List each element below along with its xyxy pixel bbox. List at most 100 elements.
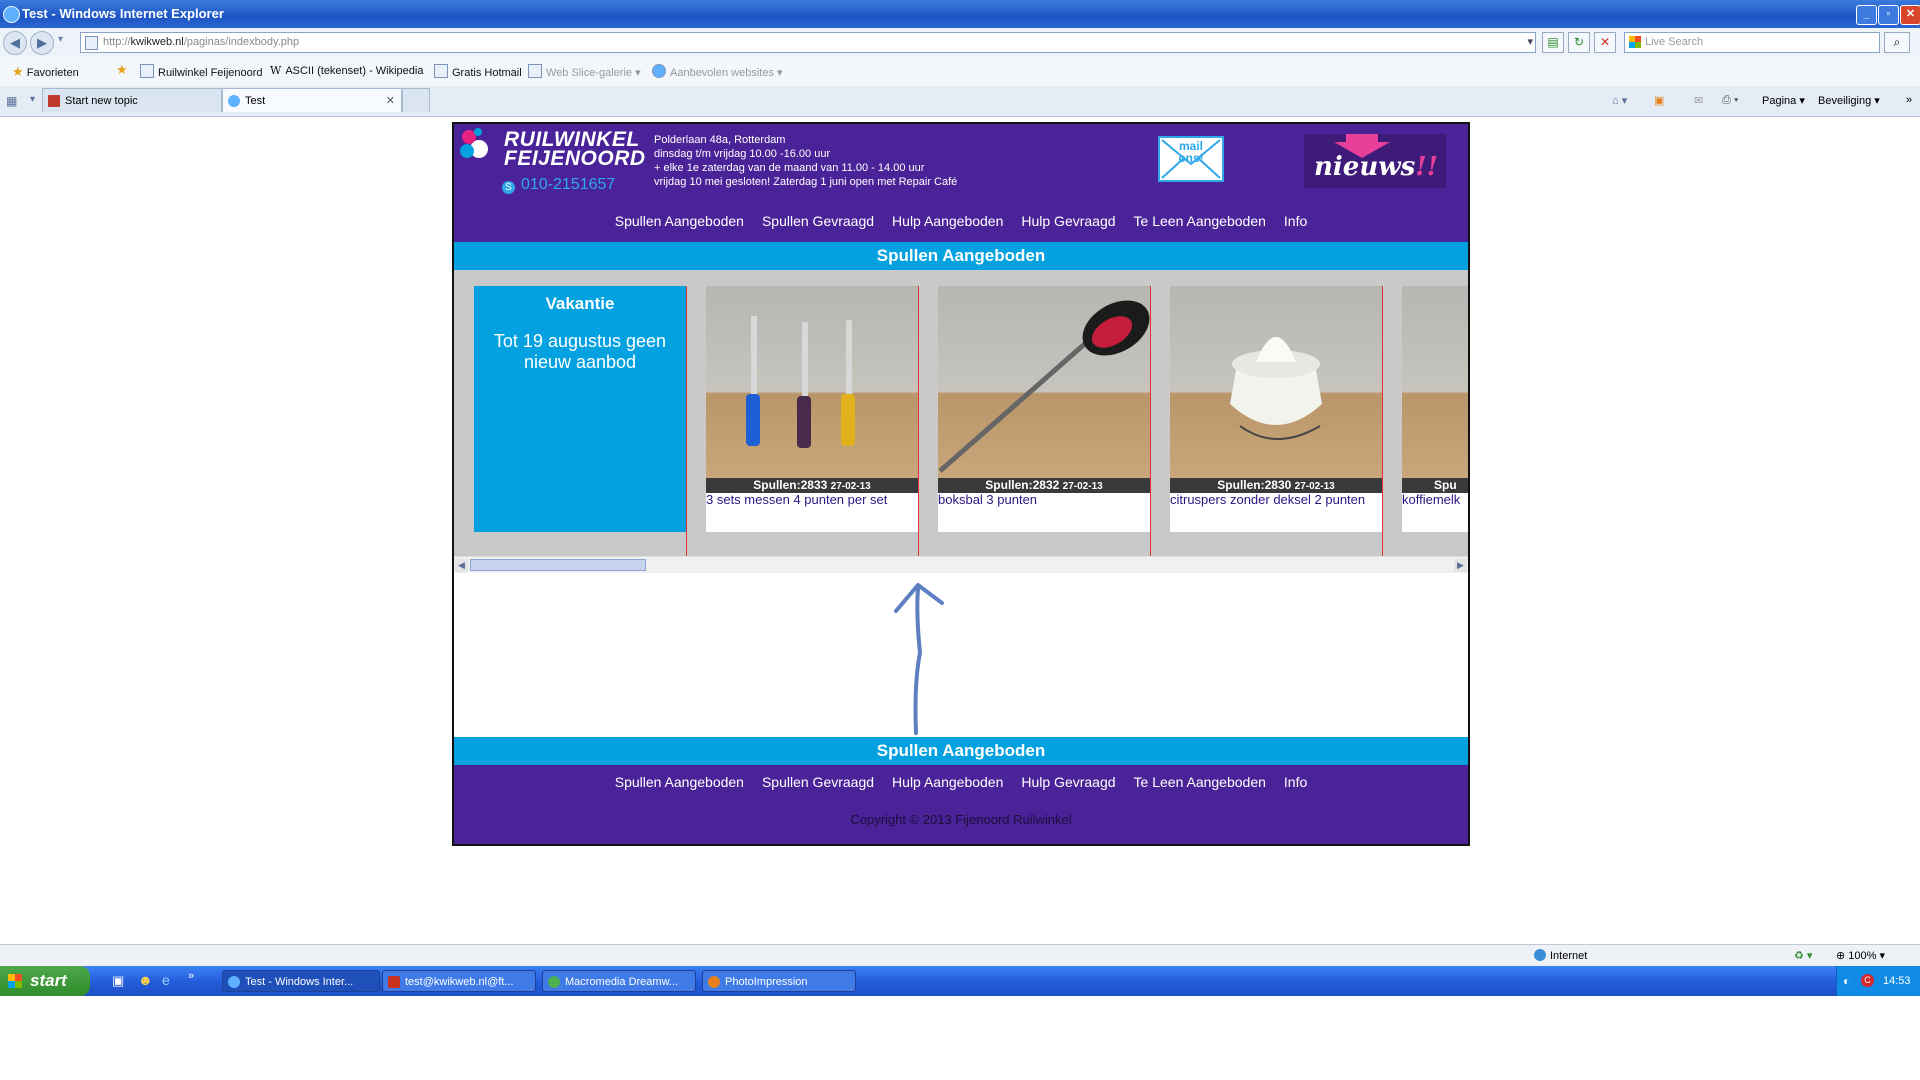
page-icon: [528, 64, 542, 78]
top-nav: Spullen Aangeboden Spullen Gevraagd Hulp A…: [454, 213, 1468, 229]
url-path: /paginas/indexbody.php: [183, 36, 300, 48]
internet-zone[interactable]: Internet: [1534, 949, 1587, 962]
page-icon: [48, 95, 60, 107]
print-icon[interactable]: ⎙ ▾: [1722, 94, 1738, 107]
address-info: Polderlaan 48a, Rotterdam dinsdag t/m vr…: [654, 134, 958, 188]
fav-wikipedia[interactable]: W ASCII (tekenset) - Wikipedia: [270, 64, 423, 77]
add-favorite-icon[interactable]: ★: [116, 62, 128, 78]
search-icon[interactable]: ⌕: [1884, 32, 1910, 53]
tab-list-icon[interactable]: ▾: [30, 94, 35, 105]
stop-icon[interactable]: ✕: [1594, 32, 1616, 53]
url-host: kwikweb.nl: [130, 36, 184, 48]
security-menu[interactable]: Beveiliging ▾: [1818, 94, 1880, 107]
task-filezilla[interactable]: test@kwikweb.nl@ft...: [382, 970, 536, 992]
zoom-icon: ⊕: [1836, 950, 1846, 962]
scroll-left-icon[interactable]: ◀: [455, 559, 468, 572]
home-icon[interactable]: ⌂ ▾: [1612, 94, 1627, 107]
nav-te-leen-aangeboden[interactable]: Te Leen Aangeboden: [1134, 213, 1266, 229]
item-card[interactable]: Spullen:2833 27-02-13 3 sets messen 4 pu…: [706, 286, 918, 532]
nav-info[interactable]: Info: [1284, 213, 1307, 229]
nav-hulp-aangeboden[interactable]: Hulp Aangeboden: [892, 213, 1003, 229]
scroll-thumb[interactable]: [470, 559, 646, 571]
tab-start-new-topic[interactable]: Start new topic: [42, 88, 222, 112]
search-input[interactable]: Live Search: [1624, 32, 1880, 53]
zoom-level[interactable]: ⊕ 100% ▾: [1836, 949, 1885, 962]
fav-ruilwinkel[interactable]: Ruilwinkel Feijenoord: [140, 64, 263, 79]
footer-nav-hulp-aangeboden[interactable]: Hulp Aangeboden: [892, 774, 1003, 790]
gallery-scrollbar[interactable]: ◀ ▶: [454, 556, 1468, 574]
nav-spullen-aangeboden[interactable]: Spullen Aangeboden: [615, 213, 744, 229]
desktop-icon[interactable]: ▣: [112, 973, 124, 989]
start-button[interactable]: start: [0, 966, 90, 996]
search-placeholder: Live Search: [1645, 36, 1704, 48]
news-button[interactable]: nieuws!!: [1304, 134, 1446, 188]
footer-nav-spullen-gevraagd[interactable]: Spullen Gevraagd: [762, 774, 874, 790]
item-photo-juicer: [1170, 286, 1382, 478]
item-gallery[interactable]: Vakantie Tot 19 augustus geen nieuw aanb…: [454, 286, 1468, 556]
more-commands-icon[interactable]: »: [1906, 94, 1912, 106]
tray-antivirus-icon[interactable]: C: [1861, 974, 1874, 987]
scroll-right-icon[interactable]: ▶: [1454, 559, 1467, 572]
recent-pages-icon[interactable]: ▾: [58, 34, 63, 45]
forward-icon[interactable]: ▶: [30, 31, 54, 55]
ie-icon: [228, 976, 240, 988]
item-card[interactable]: Spullen:2832 27-02-13 boksbal 3 punten: [938, 286, 1150, 532]
item-card[interactable]: Spullen:2830 27-02-13 citruspers zonder …: [1170, 286, 1382, 532]
page-icon: [85, 36, 98, 50]
item-description: boksbal 3 punten: [938, 492, 1038, 507]
news-exclaim: !!: [1415, 152, 1439, 182]
nav-hulp-gevraagd[interactable]: Hulp Gevraagd: [1021, 213, 1115, 229]
back-icon[interactable]: ◀: [3, 31, 27, 55]
refresh-icon[interactable]: ↻: [1568, 32, 1590, 53]
quicklaunch-more-icon[interactable]: »: [188, 970, 194, 982]
footer-section-title: Spullen Aangeboden: [454, 737, 1468, 765]
task-ie[interactable]: Test - Windows Inter...: [222, 970, 380, 992]
quick-tabs-icon[interactable]: ▦: [6, 94, 17, 108]
favorites-button[interactable]: ★ Favorieten: [12, 64, 79, 80]
ie-icon: [3, 6, 20, 23]
footer-nav-info[interactable]: Info: [1284, 774, 1307, 790]
taskbar: start ▣ ☻ e » Test - Windows Inter... te…: [0, 966, 1920, 996]
address-bar[interactable]: http://kwikweb.nl/paginas/indexbody.php …: [80, 32, 1536, 53]
item-caption: Spullen:2830 27-02-13: [1170, 478, 1382, 493]
close-window-button[interactable]: ✕: [1900, 5, 1920, 25]
item-card[interactable]: Spu koffiemelk: [1402, 286, 1468, 532]
live-search-icon: [1629, 36, 1641, 48]
nav-spullen-gevraagd[interactable]: Spullen Gevraagd: [762, 213, 874, 229]
footer-nav-hulp-gevraagd[interactable]: Hulp Gevraagd: [1021, 774, 1115, 790]
page-menu[interactable]: Pagina ▾: [1762, 94, 1805, 107]
feeds-icon[interactable]: ▣: [1654, 94, 1664, 107]
status-bar: Internet ♻ ▾ ⊕ 100% ▾: [0, 944, 1920, 967]
windows-flag-icon: [8, 974, 22, 988]
read-mail-icon[interactable]: ✉: [1694, 94, 1703, 107]
window-titlebar[interactable]: Test - Windows Internet Explorer _ ▫ ✕: [0, 0, 1920, 28]
footer-nav-spullen-aangeboden[interactable]: Spullen Aangeboden: [615, 774, 744, 790]
restore-button[interactable]: ▫: [1878, 5, 1899, 25]
item-description: koffiemelk: [1402, 492, 1461, 507]
messenger-icon[interactable]: ☻: [138, 972, 153, 988]
tab-row: ▦ ▾ Start new topic Test ✕ ⌂ ▾ ▣ ✉ ⎙ ▾ P…: [0, 86, 1920, 117]
close-tab-icon[interactable]: ✕: [386, 89, 395, 113]
clock: 14:53: [1883, 975, 1911, 987]
item-photo-coffee-creamer: [1402, 286, 1468, 478]
protected-mode-icon[interactable]: ♻ ▾: [1794, 949, 1812, 962]
fav-web-slice[interactable]: Web Slice-galerie ▾: [528, 64, 641, 79]
address-dropdown-icon[interactable]: ▾: [1527, 33, 1533, 52]
task-photoimpression[interactable]: PhotoImpression: [702, 970, 856, 992]
ie-icon: [228, 95, 240, 107]
ie-quicklaunch-icon[interactable]: e: [162, 972, 170, 988]
bottom-nav: Spullen Aangeboden Spullen Gevraagd Hulp A…: [454, 774, 1468, 790]
new-tab-button[interactable]: [402, 88, 430, 112]
tray-network-icon[interactable]: ◐: [1843, 966, 1850, 996]
mail-us-button[interactable]: mail ons!: [1158, 136, 1224, 182]
fav-hotmail[interactable]: Gratis Hotmail: [434, 64, 522, 79]
vacation-body: Tot 19 augustus geen nieuw aanbod: [493, 331, 667, 372]
compatibility-icon[interactable]: ▤: [1542, 32, 1564, 53]
tab-test[interactable]: Test ✕: [222, 88, 402, 112]
task-dreamweaver[interactable]: Macromedia Dreamw...: [542, 970, 696, 992]
footer-nav-te-leen-aangeboden[interactable]: Te Leen Aangeboden: [1134, 774, 1266, 790]
fav-aanbevolen[interactable]: Aanbevolen websites ▾: [652, 64, 783, 79]
minimize-button[interactable]: _: [1856, 5, 1877, 25]
ie-icon: [652, 64, 666, 78]
logo-text[interactable]: RUILWINKEL FEIJENOORD: [504, 129, 646, 169]
